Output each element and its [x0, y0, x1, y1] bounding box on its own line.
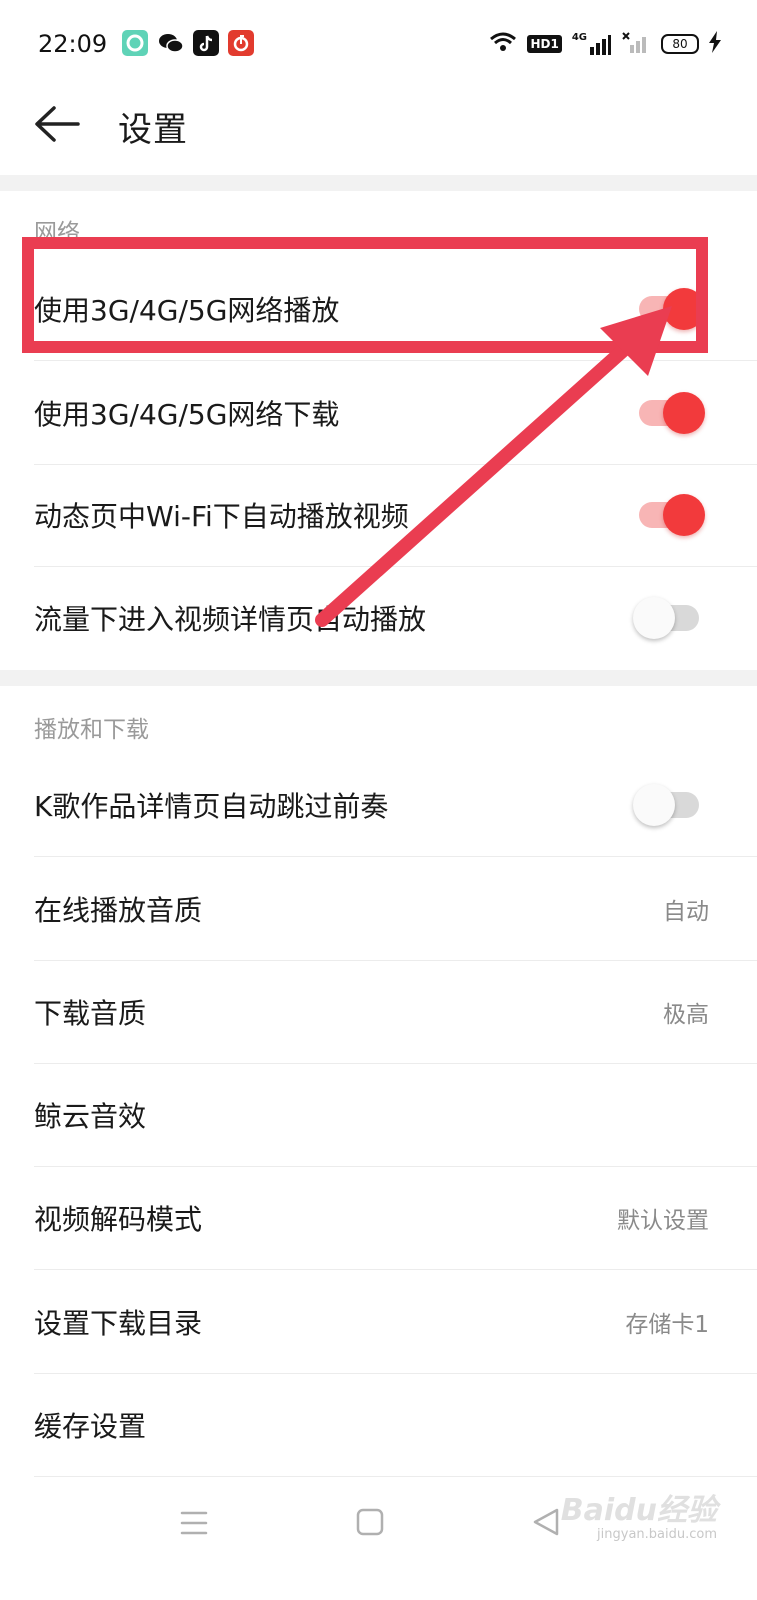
- app-header: 设置: [0, 90, 757, 175]
- baidu-watermark: Baidu经验 jingyan.baidu.com: [560, 1493, 717, 1543]
- setting-row-online-quality[interactable]: 在线播放音质 自动: [0, 857, 757, 961]
- section-divider: [0, 670, 757, 686]
- setting-label: 在线播放音质: [34, 894, 203, 927]
- toggle-switch[interactable]: [637, 391, 705, 435]
- signal-weak-icon: [621, 31, 651, 57]
- charging-bolt-icon: [709, 31, 721, 57]
- setting-label: 设置下载目录: [34, 1307, 203, 1340]
- setting-label: 视频解码模式: [34, 1203, 203, 1236]
- setting-value: 存储卡1: [625, 1312, 709, 1338]
- back-triangle-icon[interactable]: [532, 1507, 560, 1541]
- hd-badge: HD1: [527, 35, 562, 53]
- setting-row-cache[interactable]: 缓存设置: [0, 1373, 757, 1477]
- setting-value: 默认设置: [617, 1208, 709, 1234]
- tiktok-icon: [193, 30, 219, 56]
- arrow-left-icon[interactable]: [32, 104, 82, 144]
- setting-row-mobile-download[interactable]: 使用3G/4G/5G网络下载: [0, 361, 757, 465]
- setting-value: 自动: [663, 899, 709, 925]
- wifi-icon: [489, 31, 517, 57]
- setting-label: 使用3G/4G/5G网络下载: [34, 398, 340, 431]
- toggle-switch[interactable]: [637, 493, 705, 537]
- section-title-network: 网络: [34, 220, 80, 246]
- setting-row-wifi-autoplay[interactable]: 动态页中Wi-Fi下自动播放视频: [0, 463, 757, 567]
- toggle-switch[interactable]: [637, 287, 705, 331]
- setting-label: 流量下进入视频详情页自动播放: [34, 603, 427, 636]
- netease-music-icon: [228, 30, 254, 56]
- signal-4g-icon: 4G: [572, 33, 611, 55]
- home-square-icon[interactable]: [356, 1508, 384, 1540]
- setting-row-sound-effect[interactable]: 鲸云音效: [0, 1063, 757, 1167]
- setting-row-data-video-autoplay[interactable]: 流量下进入视频详情页自动播放: [0, 566, 757, 670]
- setting-row-skip-intro[interactable]: K歌作品详情页自动跳过前奏: [0, 753, 757, 857]
- wechat-icon: [158, 30, 184, 56]
- setting-label: 缓存设置: [34, 1410, 147, 1443]
- battery-indicator: 80: [661, 34, 699, 54]
- setting-row-mobile-play[interactable]: 使用3G/4G/5G网络播放: [0, 257, 757, 361]
- music-app-icon: [122, 30, 148, 56]
- menu-icon[interactable]: [180, 1510, 208, 1540]
- setting-value: 极高: [663, 1002, 709, 1028]
- setting-label: 使用3G/4G/5G网络播放: [34, 294, 340, 327]
- setting-label: 鲸云音效: [34, 1100, 147, 1133]
- setting-row-video-decode[interactable]: 视频解码模式 默认设置: [0, 1166, 757, 1270]
- setting-row-download-quality[interactable]: 下载音质 极高: [0, 960, 757, 1064]
- section-divider: [0, 175, 757, 191]
- toggle-switch[interactable]: [633, 783, 701, 827]
- setting-label: K歌作品详情页自动跳过前奏: [34, 790, 389, 823]
- status-time: 22:09: [38, 30, 108, 58]
- page-title: 设置: [118, 110, 188, 150]
- status-bar: 22:09 HD1 4G 80: [0, 0, 757, 90]
- setting-row-download-dir[interactable]: 设置下载目录 存储卡1: [0, 1270, 757, 1374]
- status-indicators: HD1 4G 80: [489, 30, 721, 58]
- setting-label: 下载音质: [34, 997, 147, 1030]
- section-title-playback: 播放和下载: [34, 717, 149, 743]
- setting-label: 动态页中Wi-Fi下自动播放视频: [34, 500, 409, 533]
- toggle-switch[interactable]: [633, 596, 701, 640]
